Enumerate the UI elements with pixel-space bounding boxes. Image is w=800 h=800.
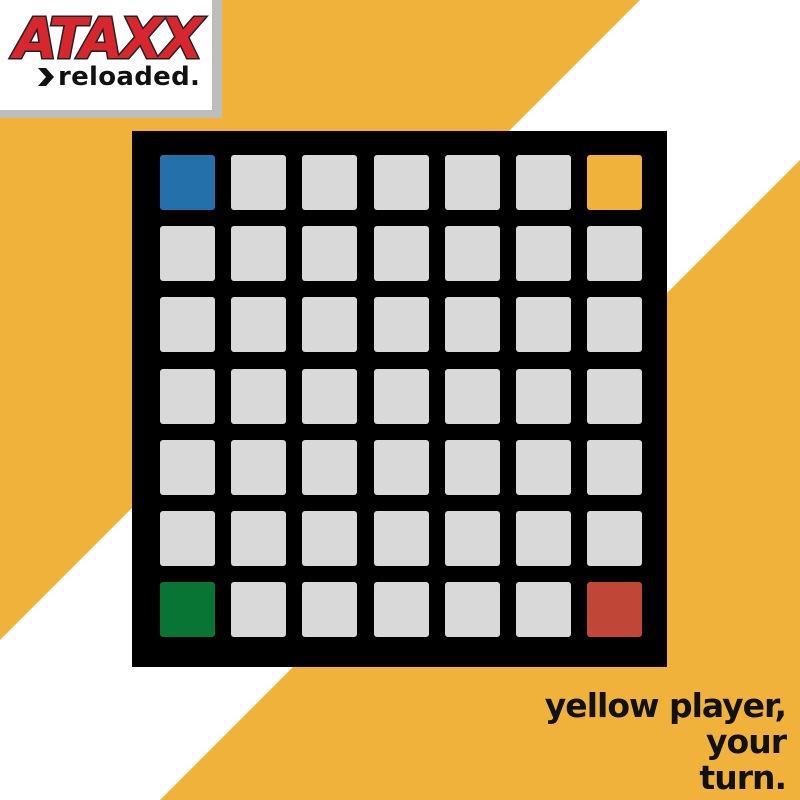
turn-message-line-1: yellow player,	[544, 686, 787, 725]
board-cell-r6-c2[interactable]	[302, 582, 357, 637]
board-cell-r5-c1[interactable]	[231, 511, 286, 566]
board-cell-r6-c1[interactable]	[231, 582, 286, 637]
board-cell-r4-c2[interactable]	[302, 440, 357, 495]
board-cell-r4-c6[interactable]	[587, 440, 642, 495]
board-cell-r1-c0[interactable]	[160, 226, 215, 281]
board-cell-r2-c2[interactable]	[302, 297, 357, 352]
board-cell-r3-c3[interactable]	[374, 369, 429, 424]
game-board	[132, 131, 667, 667]
board-cell-r1-c5[interactable]	[516, 226, 571, 281]
logo-subtitle: reloaded.	[36, 62, 200, 92]
board-cell-r0-c3[interactable]	[374, 155, 429, 210]
yellow-piece-r0-c6[interactable]	[587, 155, 642, 210]
board-cell-r3-c1[interactable]	[231, 369, 286, 424]
board-cell-r6-c3[interactable]	[374, 582, 429, 637]
board-cell-r3-c2[interactable]	[302, 369, 357, 424]
turn-message: yellow player, your turn.	[544, 686, 787, 797]
board-cell-r3-c6[interactable]	[587, 369, 642, 424]
red-piece-r6-c6[interactable]	[587, 582, 642, 637]
board-cell-r6-c5[interactable]	[516, 582, 571, 637]
board-cell-r4-c1[interactable]	[231, 440, 286, 495]
board-cell-r4-c0[interactable]	[160, 440, 215, 495]
board-cell-r2-c5[interactable]	[516, 297, 571, 352]
turn-message-line-3: turn.	[699, 758, 787, 797]
board-cell-r2-c3[interactable]	[374, 297, 429, 352]
board-cell-r1-c2[interactable]	[302, 226, 357, 281]
board-cell-r3-c4[interactable]	[445, 369, 500, 424]
board-cell-r5-c2[interactable]	[302, 511, 357, 566]
logo-title-text: ATAXX	[10, 7, 206, 70]
board-cell-r3-c5[interactable]	[516, 369, 571, 424]
board-cell-r2-c6[interactable]	[587, 297, 642, 352]
board-cell-r5-c0[interactable]	[160, 511, 215, 566]
board-cell-r3-c0[interactable]	[160, 369, 215, 424]
board-cell-r6-c4[interactable]	[445, 582, 500, 637]
board-cell-r5-c6[interactable]	[587, 511, 642, 566]
board-cell-r1-c1[interactable]	[231, 226, 286, 281]
logo-subtitle-text: reloaded.	[58, 62, 201, 92]
logo-title: ATAXX	[8, 6, 210, 71]
green-piece-r6-c0[interactable]	[160, 582, 215, 637]
board-cell-r2-c4[interactable]	[445, 297, 500, 352]
board-cell-r1-c6[interactable]	[587, 226, 642, 281]
blue-piece-r0-c0[interactable]	[160, 155, 215, 210]
board-cell-r5-c4[interactable]	[445, 511, 500, 566]
board-cell-r5-c3[interactable]	[374, 511, 429, 566]
board-cell-r1-c3[interactable]	[374, 226, 429, 281]
board-cell-r4-c4[interactable]	[445, 440, 500, 495]
board-cell-r1-c4[interactable]	[445, 226, 500, 281]
board-cell-r0-c1[interactable]	[231, 155, 286, 210]
chevron-right-icon	[38, 68, 54, 86]
board-cell-r2-c1[interactable]	[231, 297, 286, 352]
board-cell-r0-c4[interactable]	[445, 155, 500, 210]
board-cell-r0-c5[interactable]	[516, 155, 571, 210]
board-cell-r4-c3[interactable]	[374, 440, 429, 495]
ataxx-logo: ATAXX reloaded.	[0, 0, 222, 118]
board-cell-r0-c2[interactable]	[302, 155, 357, 210]
board-cell-r5-c5[interactable]	[516, 511, 571, 566]
board-cell-r4-c5[interactable]	[516, 440, 571, 495]
board-cell-r2-c0[interactable]	[160, 297, 215, 352]
turn-message-line-2: your	[706, 722, 787, 761]
